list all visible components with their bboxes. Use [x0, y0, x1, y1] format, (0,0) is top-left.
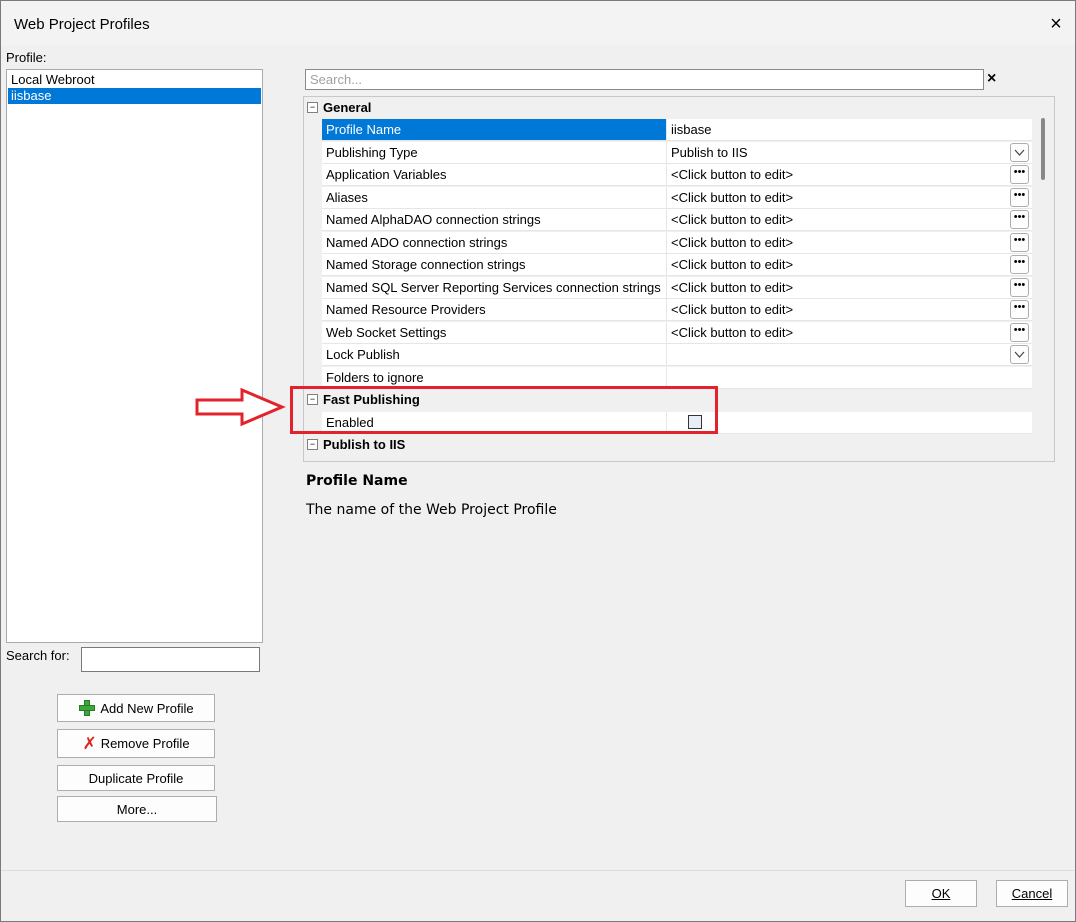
ok-label: OK: [931, 886, 951, 901]
plus-icon: [78, 699, 96, 717]
profile-item-iisbase[interactable]: iisbase: [8, 88, 261, 104]
property-row-lock-publish: Lock Publish: [322, 344, 1032, 366]
profile-search-input[interactable]: [81, 647, 260, 672]
property-value[interactable]: <Click button to edit>: [671, 322, 1011, 343]
description-title: Profile Name: [306, 473, 408, 489]
scrollbar-thumb[interactable]: [1041, 118, 1045, 180]
property-row-ado-strings: Named ADO connection strings <Click butt…: [322, 232, 1032, 254]
profile-item-local-webroot[interactable]: Local Webroot: [8, 72, 261, 88]
category-label: Publish to IIS: [323, 437, 406, 452]
collapse-icon[interactable]: −: [307, 102, 318, 113]
collapse-icon[interactable]: −: [307, 439, 318, 450]
property-value[interactable]: iisbase: [671, 119, 1011, 140]
property-name[interactable]: Profile Name: [322, 119, 667, 140]
cancel-button[interactable]: Cancel: [996, 880, 1068, 907]
chevron-down-icon[interactable]: [1010, 345, 1029, 364]
ellipsis-icon[interactable]: •••: [1010, 188, 1029, 207]
property-value[interactable]: Publish to IIS: [671, 142, 1011, 163]
property-name[interactable]: Web Socket Settings: [322, 322, 667, 343]
property-row-alphadao-strings: Named AlphaDAO connection strings <Click…: [322, 209, 1032, 231]
property-row-aliases: Aliases <Click button to edit> •••: [322, 187, 1032, 209]
red-x-icon: ✗: [82, 734, 97, 753]
property-value[interactable]: [671, 344, 1011, 365]
duplicate-profile-label: Duplicate Profile: [88, 770, 184, 786]
property-value[interactable]: <Click button to edit>: [671, 299, 1011, 320]
property-row-publishing-type: Publishing Type Publish to IIS: [322, 142, 1032, 164]
property-value[interactable]: <Click button to edit>: [671, 164, 1011, 185]
duplicate-profile-button[interactable]: Duplicate Profile: [57, 765, 215, 791]
footer-divider: [1, 870, 1074, 871]
cancel-label: Cancel: [1011, 886, 1053, 901]
property-search-input[interactable]: Search...: [305, 69, 984, 90]
search-for-label: Search for:: [6, 648, 70, 663]
ellipsis-icon[interactable]: •••: [1010, 300, 1029, 319]
chevron-down-icon[interactable]: [1010, 143, 1029, 162]
property-row-profile-name: Profile Name iisbase: [322, 119, 1032, 141]
category-label: General: [323, 100, 372, 115]
property-name[interactable]: Aliases: [322, 187, 667, 208]
highlight-box: [290, 386, 718, 434]
property-row-ssrs-strings: Named SQL Server Reporting Services conn…: [322, 277, 1032, 299]
property-row-web-socket-settings: Web Socket Settings <Click button to edi…: [322, 322, 1032, 344]
remove-profile-label: Remove Profile: [100, 736, 190, 751]
ellipsis-icon[interactable]: •••: [1010, 323, 1029, 342]
property-name[interactable]: Named Storage connection strings: [322, 254, 667, 275]
title-bar: Web Project Profiles ×: [1, 1, 1075, 45]
property-name[interactable]: Named AlphaDAO connection strings: [322, 209, 667, 230]
property-name[interactable]: Application Variables: [322, 164, 667, 185]
category-general: − General: [304, 97, 1032, 119]
property-name[interactable]: Folders to ignore: [322, 367, 667, 388]
property-value[interactable]: <Click button to edit>: [671, 187, 1011, 208]
property-value[interactable]: <Click button to edit>: [671, 277, 1011, 298]
clear-search-icon[interactable]: ×: [987, 70, 1003, 90]
profile-label: Profile:: [6, 50, 47, 65]
ellipsis-icon[interactable]: •••: [1010, 165, 1029, 184]
ellipsis-icon[interactable]: •••: [1010, 210, 1029, 229]
remove-profile-button[interactable]: ✗ Remove Profile: [57, 729, 215, 758]
more-button[interactable]: More...: [57, 796, 217, 822]
profile-list[interactable]: Local Webroot iisbase: [6, 69, 263, 643]
property-name[interactable]: Named SQL Server Reporting Services conn…: [322, 277, 667, 298]
ok-button[interactable]: OK: [905, 880, 977, 907]
property-value[interactable]: <Click button to edit>: [671, 209, 1011, 230]
property-name[interactable]: Publishing Type: [322, 142, 667, 163]
add-new-profile-label: Add New Profile: [100, 700, 194, 716]
property-name[interactable]: Named Resource Providers: [322, 299, 667, 320]
ellipsis-icon[interactable]: •••: [1010, 255, 1029, 274]
property-name[interactable]: Named ADO connection strings: [322, 232, 667, 253]
property-name[interactable]: Lock Publish: [322, 344, 667, 365]
window-title: Web Project Profiles: [14, 16, 150, 33]
property-row-resource-providers: Named Resource Providers <Click button t…: [322, 299, 1032, 321]
property-value[interactable]: <Click button to edit>: [671, 232, 1011, 253]
more-label: More...: [116, 801, 158, 817]
ellipsis-icon[interactable]: •••: [1010, 233, 1029, 252]
property-value[interactable]: [671, 367, 1011, 388]
property-row-application-variables: Application Variables <Click button to e…: [322, 164, 1032, 186]
property-row-storage-strings: Named Storage connection strings <Click …: [322, 254, 1032, 276]
add-new-profile-button[interactable]: Add New Profile: [57, 694, 215, 722]
category-publish-to-iis: − Publish to IIS: [304, 434, 1032, 456]
red-arrow-icon: [195, 387, 286, 427]
description-text: The name of the Web Project Profile: [306, 502, 557, 518]
close-icon[interactable]: ×: [1041, 9, 1071, 39]
ellipsis-icon[interactable]: •••: [1010, 278, 1029, 297]
property-value[interactable]: <Click button to edit>: [671, 254, 1011, 275]
